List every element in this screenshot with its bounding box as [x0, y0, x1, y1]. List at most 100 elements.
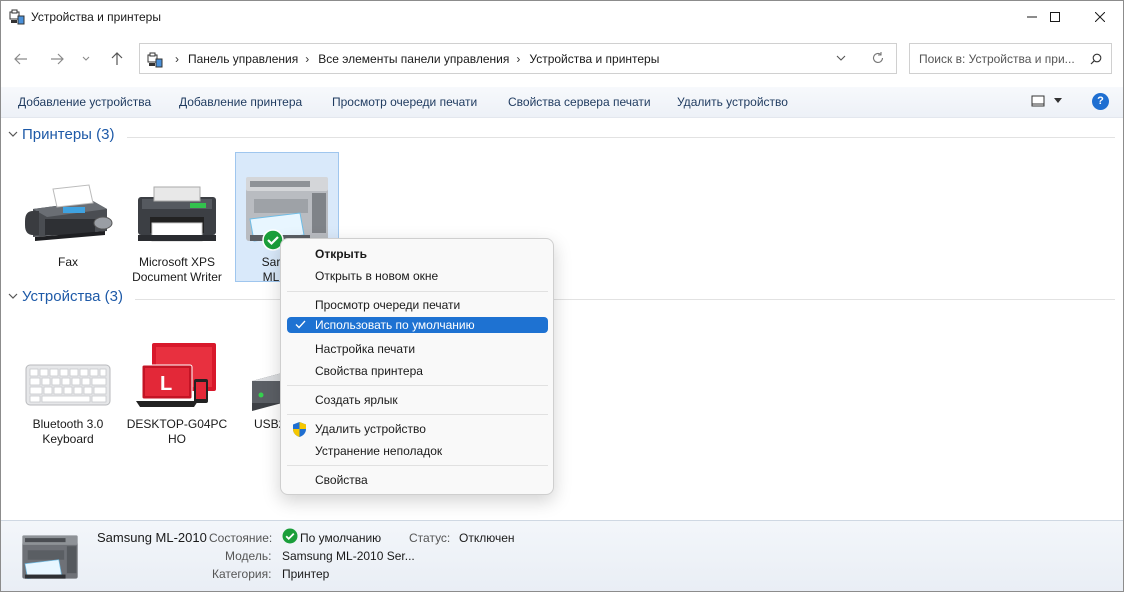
chevron-down-icon: [8, 131, 18, 137]
group-divider: [127, 137, 1115, 138]
arrow-left-icon: [14, 53, 27, 65]
search-box[interactable]: Поиск в: Устройства и при...: [909, 43, 1112, 74]
menu-item-label: Создать ярлык: [315, 393, 398, 407]
keyboard-icon: [25, 364, 111, 406]
details-pane: Samsung ML-2010 Состояние: По умолчанию …: [1, 520, 1123, 591]
menu-item-properties[interactable]: Свойства: [287, 470, 548, 491]
details-state-label: Состояние:: [209, 531, 273, 545]
arrow-right-icon: [51, 53, 64, 65]
address-bar[interactable]: › Панель управления › Все элементы панел…: [139, 43, 897, 74]
context-menu: Открыть Открыть в новом окне Просмотр оч…: [280, 238, 554, 495]
menu-separator: [287, 414, 548, 415]
server-properties-button[interactable]: Свойства сервера печати: [508, 95, 651, 109]
menu-item-label: Свойства принтера: [315, 364, 423, 378]
printer-icon: [138, 186, 216, 242]
arrow-up-icon: [111, 52, 123, 65]
breadcrumb: › Панель управления › Все элементы панел…: [168, 52, 659, 66]
checkmark-icon: [295, 320, 306, 329]
details-status-value: Отключен: [459, 531, 515, 545]
title-bar: Устройства и принтеры: [1, 1, 1123, 33]
menu-item-label: Использовать по умолчанию: [315, 318, 475, 332]
device-label-keyboard: Bluetooth 3.0 Keyboard: [32, 417, 104, 446]
maximize-icon: [1050, 12, 1060, 22]
menu-item-print-setup[interactable]: Настройка печати: [287, 339, 548, 360]
printer-item-xps[interactable]: Microsoft XPS Document Writer: [125, 153, 229, 285]
multifunction-printer-icon: [246, 177, 328, 242]
group-header-printers[interactable]: Принтеры (3): [1, 125, 1123, 147]
refresh-icon[interactable]: [871, 51, 885, 65]
details-status-label: Статус:: [409, 531, 451, 545]
menu-item-troubleshoot[interactable]: Устранение неполадок: [287, 441, 548, 462]
menu-item-label: Просмотр очереди печати: [315, 298, 461, 312]
details-model-label: Модель:: [225, 549, 272, 563]
multifunction-printer-icon: [22, 535, 78, 579]
device-item-desktop[interactable]: L DESKTOP-G04PC HO: [125, 315, 229, 447]
menu-item-view-queue[interactable]: Просмотр очереди печати: [287, 295, 548, 316]
add-device-button[interactable]: Добавление устройства: [18, 95, 151, 109]
menu-separator: [287, 385, 548, 386]
remove-device-button[interactable]: Удалить устройство: [677, 95, 788, 109]
devices-printers-icon: [9, 9, 25, 25]
menu-item-label: Свойства: [315, 473, 368, 487]
help-icon[interactable]: ?: [1092, 93, 1109, 110]
menu-item-printer-properties[interactable]: Свойства принтера: [287, 361, 548, 382]
computer-icon: L: [136, 343, 216, 407]
svg-text:L: L: [160, 373, 172, 395]
add-printer-button[interactable]: Добавление принтера: [179, 95, 302, 109]
menu-item-remove-device[interactable]: Удалить устройство: [287, 419, 548, 440]
devices-printers-window: Устройства и принтеры › Панель управлени…: [0, 0, 1124, 592]
printer-label-xps: Microsoft XPS Document Writer: [132, 255, 222, 284]
uac-shield-icon: [293, 422, 306, 437]
group-label-devices: Устройства (3): [22, 288, 123, 305]
details-category-label: Категория:: [212, 567, 272, 581]
menu-separator: [287, 465, 548, 466]
menu-item-label: Устранение неполадок: [315, 444, 443, 458]
breadcrumb-devices-printers[interactable]: Устройства и принтеры: [529, 52, 659, 66]
command-bar: Добавление устройства Добавление принтер…: [1, 87, 1123, 118]
printer-item-fax[interactable]: Fax: [16, 153, 120, 270]
up-button[interactable]: [105, 49, 129, 69]
close-icon: [1095, 12, 1105, 22]
printer-label-fax: Fax: [57, 255, 78, 269]
device-label-desktop: DESKTOP-G04PC HO: [126, 417, 228, 446]
search-input[interactable]: Поиск в: Устройства и при...: [919, 52, 1084, 66]
breadcrumb-chevron-icon: ›: [175, 52, 179, 66]
menu-item-label: Настройка печати: [315, 342, 416, 356]
details-state-value: По умолчанию: [300, 531, 382, 545]
breadcrumb-chevron-icon: ›: [516, 52, 521, 66]
breadcrumb-all-items[interactable]: Все элементы панели управления: [318, 52, 509, 66]
group-label-printers: Принтеры (3): [22, 126, 115, 143]
view-queue-button[interactable]: Просмотр очереди печати: [332, 95, 477, 109]
breadcrumb-chevron-icon: ›: [305, 52, 310, 66]
search-icon: [1090, 53, 1102, 65]
menu-item-open-new-window[interactable]: Открыть в новом окне: [287, 266, 548, 287]
menu-item-open[interactable]: Открыть: [287, 244, 548, 265]
device-item-keyboard[interactable]: Bluetooth 3.0 Keyboard: [16, 315, 120, 447]
group-header-devices[interactable]: Устройства (3): [1, 287, 1123, 309]
details-device-name: Samsung ML-2010: [97, 530, 207, 545]
menu-item-open-label: Открыть: [315, 247, 368, 261]
details-category-value: Принтер: [282, 567, 330, 581]
default-check-icon: [282, 528, 298, 544]
close-button[interactable]: [1077, 1, 1123, 33]
window-title: Устройства и принтеры: [31, 10, 161, 24]
forward-button[interactable]: [45, 49, 69, 69]
maximize-button[interactable]: [1032, 1, 1078, 33]
menu-item-set-default[interactable]: Использовать по умолчанию: [287, 317, 548, 333]
address-dropdown-icon[interactable]: [836, 53, 846, 63]
view-options-icon[interactable]: [1031, 95, 1045, 108]
recent-locations-button[interactable]: [77, 49, 95, 69]
view-dropdown-icon[interactable]: [1054, 98, 1062, 104]
chevron-down-icon: [82, 56, 90, 61]
fax-machine-icon: [25, 184, 113, 241]
address-row: › Панель управления › Все элементы панел…: [1, 39, 1123, 79]
breadcrumb-control-panel[interactable]: Панель управления: [188, 52, 298, 66]
menu-separator: [287, 291, 548, 292]
menu-item-create-shortcut[interactable]: Создать ярлык: [287, 390, 548, 411]
menu-item-label: Удалить устройство: [315, 422, 426, 436]
details-model-value: Samsung ML-2010 Ser...: [282, 549, 415, 563]
chevron-down-icon: [8, 293, 18, 299]
control-panel-icon: [147, 52, 163, 68]
menu-item-label: Открыть в новом окне: [315, 269, 439, 283]
back-button[interactable]: [9, 49, 33, 69]
